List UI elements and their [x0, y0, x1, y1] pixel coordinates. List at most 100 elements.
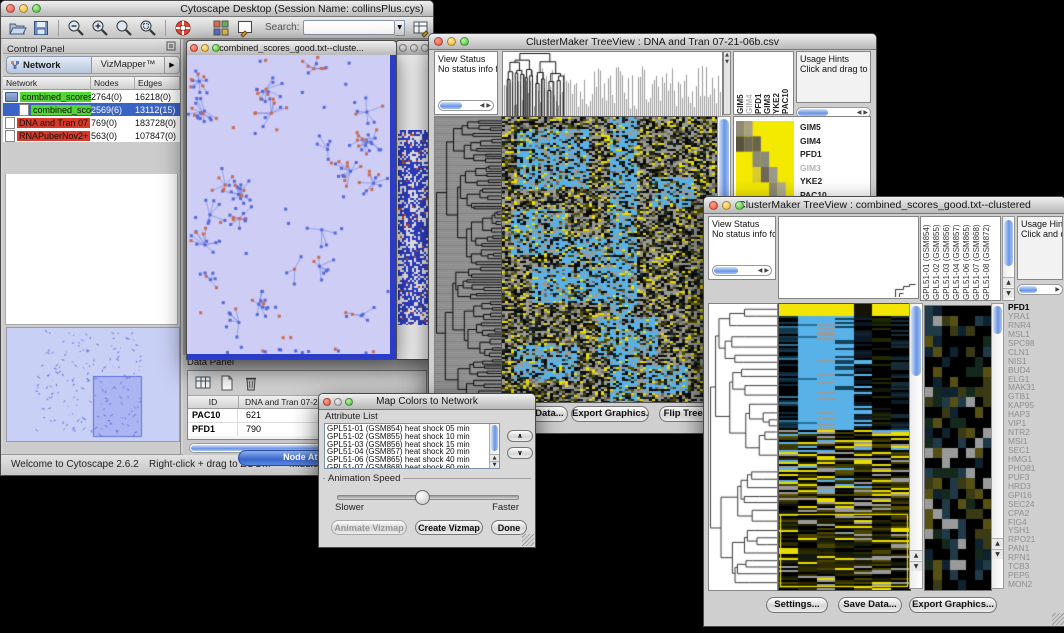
close-button[interactable]	[434, 37, 443, 46]
zoom-actual-icon[interactable]	[114, 18, 134, 38]
tv2-row-dendrogram[interactable]	[708, 303, 778, 591]
zoom-button[interactable]	[735, 201, 744, 210]
gene-label[interactable]: GIM4	[800, 135, 827, 149]
scroll-down-arrow[interactable]: ▼	[910, 561, 922, 571]
animate-vizmap-button[interactable]: Animate Vizmap	[331, 520, 407, 535]
tv2-gene-scrollbar[interactable]: ▲ ▼	[991, 303, 1004, 589]
column-label[interactable]: GPL51-03 (GSM856)	[942, 217, 952, 300]
open-session-icon[interactable]	[7, 18, 27, 38]
network-row[interactable]: RNAPuberNov2+563(0)107847(0)	[3, 129, 180, 142]
scrollbar-thumb[interactable]	[440, 102, 462, 109]
close-button[interactable]	[190, 44, 198, 52]
attribute-item[interactable]: GPL51-07 (GSM868) heat shock 60 min	[325, 464, 488, 469]
tv1-column-dendrogram[interactable]	[502, 51, 723, 117]
column-label[interactable]: PFD1	[754, 52, 763, 114]
scrollbar-thumb[interactable]	[1004, 220, 1013, 266]
animation-slider-thumb[interactable]	[415, 490, 430, 505]
scrollbar-thumb[interactable]	[798, 109, 828, 116]
resize-grip[interactable]	[1052, 613, 1064, 625]
resize-grip[interactable]	[522, 534, 534, 546]
move-down-button[interactable]: ∨	[507, 447, 533, 459]
scrollbar-thumb[interactable]	[911, 306, 921, 376]
tv2-save-data-button[interactable]: Save Data...	[838, 597, 902, 613]
tv1-splitter-arrows[interactable]: ▲▼	[724, 52, 730, 66]
network-row[interactable]: DNA and Tran 07769(0)183728(0)	[3, 116, 180, 129]
minimize-button[interactable]	[722, 201, 731, 210]
zoom-button[interactable]	[32, 4, 41, 13]
move-up-button[interactable]: ∧	[507, 430, 533, 442]
gene-label[interactable]: GIM3	[800, 162, 827, 176]
tv2-hints-scrollbar[interactable]: ▶	[1017, 284, 1063, 295]
zoom-out-icon[interactable]	[66, 18, 86, 38]
col-nodes[interactable]: Nodes	[91, 77, 135, 89]
delete-attribute-icon[interactable]	[242, 374, 260, 392]
column-label[interactable]: GPL51-01 (GSM854)	[922, 217, 932, 300]
zoom-button[interactable]	[460, 37, 469, 46]
column-label[interactable]: GIM3	[763, 52, 772, 114]
scroll-up-arrow[interactable]: ▲	[992, 538, 1003, 548]
vizmapper-icon[interactable]	[211, 18, 231, 38]
scrollbar-thumb[interactable]	[491, 425, 498, 451]
map-colors-titlebar[interactable]: Map Colors to Network	[319, 394, 535, 410]
tv2-vscrollbar[interactable]: ▲ ▼	[909, 303, 923, 589]
tab-vizmapper[interactable]: VizMapper™	[92, 56, 165, 74]
zoom-button[interactable]	[212, 44, 220, 52]
scrollbar-thumb[interactable]	[714, 267, 738, 274]
zoom-button[interactable]	[345, 398, 353, 406]
zoom-in-icon[interactable]	[90, 18, 110, 38]
tv2-settings-button[interactable]: Settings...	[766, 597, 828, 613]
attribute-list-scrollbar[interactable]: ▲ ▼	[489, 424, 499, 468]
scroll-up-arrow[interactable]: ▲	[1003, 277, 1014, 287]
close-button[interactable]	[6, 4, 15, 13]
tv2-column-dendrogram[interactable]	[893, 283, 917, 297]
column-label[interactable]: GPL51-04 (GSM857)	[952, 217, 962, 300]
cytoscape-titlebar[interactable]: Cytoscape Desktop (Session Name: collins…	[1, 1, 433, 17]
network-view-canvas[interactable]	[398, 130, 431, 325]
tab-network[interactable]: Network	[6, 56, 92, 74]
tab-overflow-arrow[interactable]: ▶	[165, 56, 180, 74]
annotation-icon[interactable]	[235, 18, 255, 38]
column-label[interactable]: GIM4	[745, 52, 754, 114]
treeview1-titlebar[interactable]: ClusterMaker TreeView : DNA and Tran 07-…	[429, 34, 876, 50]
network-view-titlebar[interactable]: combined_scores_good.txt--cluste...	[187, 41, 396, 56]
float-panel-icon[interactable]	[166, 41, 176, 51]
column-label[interactable]: GPL51-02 (GSM855)	[932, 217, 942, 300]
save-session-icon[interactable]	[31, 18, 51, 38]
minimize-button[interactable]	[201, 44, 209, 52]
scrollbar-thumb[interactable]	[1019, 286, 1037, 293]
gene-label[interactable]: YKE2	[800, 175, 827, 189]
close-button[interactable]	[323, 398, 331, 406]
scroll-up-arrow[interactable]: ▲	[910, 550, 922, 560]
search-dropdown-arrow[interactable]: ▼	[395, 20, 405, 36]
tv1-export-graphics-button[interactable]: Export Graphics...	[571, 406, 649, 422]
col-edges[interactable]: Edges	[135, 77, 180, 89]
window-controls[interactable]	[1, 4, 41, 13]
tv1-heatmap[interactable]	[501, 116, 718, 403]
network-overview-thumbnail[interactable]	[6, 327, 180, 442]
gene-label[interactable]: GIM5	[800, 121, 827, 135]
tv2-column-scrollbar[interactable]: ▲ ▼	[1002, 216, 1015, 301]
scroll-down-arrow[interactable]: ▼	[992, 549, 1003, 559]
minimize-button[interactable]	[334, 398, 342, 406]
column-label[interactable]: YKE2	[772, 52, 781, 114]
column-label[interactable]: PAC10	[781, 52, 790, 114]
help-lifering-icon[interactable]	[173, 18, 193, 38]
data-col-id[interactable]: ID	[188, 396, 239, 408]
zoom-selected-icon[interactable]	[138, 18, 158, 38]
close-button[interactable]	[399, 44, 407, 52]
column-label[interactable]: GPL51-06 (GSM865)	[962, 217, 972, 300]
scroll-down-arrow[interactable]: ▼	[1003, 288, 1014, 298]
treeview2-titlebar[interactable]: ClusterMaker TreeView : combined_scores_…	[704, 197, 1064, 214]
column-label[interactable]: GIM5	[736, 52, 745, 114]
col-network[interactable]: Network	[3, 77, 91, 89]
column-label[interactable]: GPL51-08 (GSM872)	[982, 217, 992, 300]
close-button[interactable]	[709, 201, 718, 210]
gene-label[interactable]: MON2	[1008, 580, 1063, 589]
done-button[interactable]: Done	[491, 520, 527, 535]
select-attributes-icon[interactable]	[194, 374, 212, 392]
tv2-detail-heatmap[interactable]	[924, 305, 992, 591]
minimize-button[interactable]	[19, 4, 28, 13]
tv1-row-dendrogram[interactable]	[434, 116, 503, 403]
tv2-heatmap[interactable]	[778, 303, 911, 591]
create-attribute-icon[interactable]	[218, 374, 236, 392]
